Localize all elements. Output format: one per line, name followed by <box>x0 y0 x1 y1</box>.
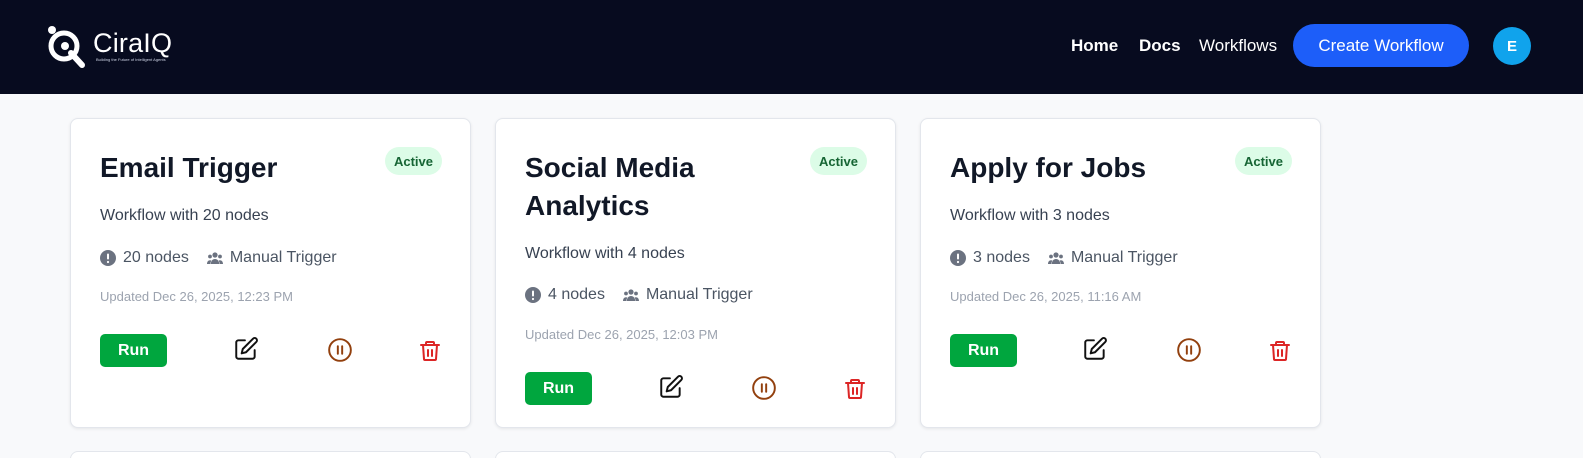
nav-docs-link[interactable]: Docs <box>1139 36 1181 56</box>
edit-icon <box>660 375 683 398</box>
workflow-meta: 4 nodes Manual Trigger <box>525 285 753 305</box>
workflow-card[interactable]: Email Trigger Active Workflow with 20 no… <box>70 118 471 428</box>
delete-button[interactable] <box>416 337 444 365</box>
updated-timestamp: Updated Dec 26, 2025, 12:03 PM <box>525 327 718 342</box>
nav-workflows-link[interactable]: Workflows <box>1199 36 1277 56</box>
run-button[interactable]: Run <box>100 334 167 367</box>
edit-icon <box>1084 337 1107 360</box>
node-count: 4 nodes <box>548 286 605 303</box>
pause-circle-icon <box>1177 338 1201 362</box>
brand-tagline: Building the Future of Intelligent Agent… <box>96 57 166 62</box>
logo-icon <box>48 26 85 68</box>
node-count: 20 nodes <box>123 249 189 266</box>
trigger-type: Manual Trigger <box>645 286 753 303</box>
workflow-title: Apply for Jobs <box>950 152 1147 183</box>
status-badge: Active <box>809 147 867 175</box>
edit-icon <box>235 337 258 360</box>
updated-timestamp: Updated Dec 26, 2025, 11:16 AM <box>950 289 1142 304</box>
pause-button[interactable] <box>750 374 778 402</box>
workflow-card[interactable]: Social Media Analytics Active Workflow w… <box>495 118 896 428</box>
updated-timestamp: Updated Dec 26, 2025, 12:23 PM <box>100 289 293 304</box>
trash-icon <box>1270 341 1290 361</box>
alert-circle-icon <box>100 250 116 266</box>
pause-circle-icon <box>752 376 776 400</box>
trash-icon <box>420 341 440 361</box>
alert-circle-icon <box>525 287 541 303</box>
workflow-meta: 20 nodes Manual Trigger <box>100 248 337 268</box>
users-icon <box>206 252 223 264</box>
nav-home-link[interactable]: Home <box>1071 36 1118 56</box>
run-button[interactable]: Run <box>950 334 1017 367</box>
workflow-card[interactable] <box>495 451 896 458</box>
pause-button[interactable] <box>1175 336 1203 364</box>
status-badge: Active <box>384 147 442 175</box>
workflow-meta: 3 nodes Manual Trigger <box>950 248 1178 268</box>
top-navbar: CiraIQ Building the Future of Intelligen… <box>0 0 1583 94</box>
workflow-card[interactable] <box>920 451 1321 458</box>
workflow-description: Workflow with 3 nodes <box>950 207 1110 224</box>
create-workflow-button[interactable]: Create Workflow <box>1293 24 1469 67</box>
delete-button[interactable] <box>841 375 869 403</box>
edit-button[interactable] <box>1081 335 1109 363</box>
trash-icon <box>845 379 865 399</box>
trigger-type: Manual Trigger <box>229 249 337 266</box>
user-avatar[interactable]: E <box>1493 27 1531 65</box>
workflow-description: Workflow with 4 nodes <box>525 245 685 262</box>
workflow-title: Email Trigger <box>100 152 278 183</box>
users-icon <box>1047 252 1064 264</box>
run-button[interactable]: Run <box>525 372 592 405</box>
pause-circle-icon <box>328 338 352 362</box>
brand-logo[interactable]: CiraIQ Building the Future of Intelligen… <box>44 22 184 70</box>
brand-name: CiraIQ <box>93 28 173 58</box>
workflow-description: Workflow with 20 nodes <box>100 207 269 224</box>
workflow-card[interactable]: Apply for Jobs Active Workflow with 3 no… <box>920 118 1321 428</box>
edit-button[interactable] <box>232 335 260 363</box>
alert-circle-icon <box>950 250 966 266</box>
pause-button[interactable] <box>326 336 354 364</box>
node-count: 3 nodes <box>973 249 1030 266</box>
edit-button[interactable] <box>657 373 685 401</box>
workflow-card[interactable] <box>70 451 471 458</box>
trigger-type: Manual Trigger <box>1070 249 1178 266</box>
delete-button[interactable] <box>1266 337 1294 365</box>
users-icon <box>622 289 639 301</box>
workflow-title: Social Media Analytics <box>525 152 695 221</box>
status-badge: Active <box>1234 147 1292 175</box>
